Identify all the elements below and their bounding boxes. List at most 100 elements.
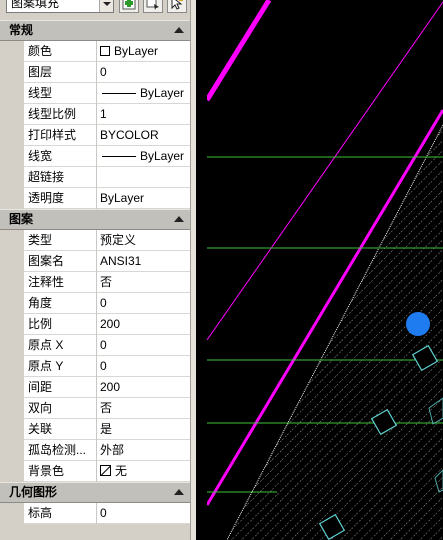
row-gutter bbox=[0, 230, 24, 251]
category-header-pattern[interactable]: 图案 bbox=[0, 209, 190, 230]
toggle-pickadd-icon bbox=[122, 0, 136, 10]
property-label: 图案名 bbox=[24, 251, 97, 272]
object-type-value: 图案填充 bbox=[11, 0, 60, 10]
no-color-icon bbox=[100, 465, 111, 476]
property-value-text: ANSI31 bbox=[100, 254, 142, 268]
property-label: 透明度 bbox=[24, 188, 97, 209]
property-value-text: 200 bbox=[100, 317, 121, 331]
property-value[interactable]: 0 bbox=[98, 503, 190, 524]
property-value-text: 无 bbox=[115, 464, 128, 478]
property-value-text: 1 bbox=[100, 107, 107, 121]
property-row[interactable]: 间距 200 bbox=[0, 377, 190, 398]
property-value[interactable] bbox=[98, 167, 190, 188]
property-value-text: ByLayer bbox=[140, 149, 185, 163]
property-value[interactable]: 是 bbox=[98, 419, 190, 440]
drawing-canvas[interactable] bbox=[207, 0, 443, 540]
property-row[interactable]: 孤岛检测... 外部 bbox=[0, 440, 190, 461]
property-value[interactable]: ByLayer bbox=[98, 146, 190, 167]
row-gutter bbox=[0, 83, 24, 104]
property-value[interactable]: ByLayer bbox=[98, 83, 190, 104]
property-value-text: 否 bbox=[100, 275, 113, 289]
property-row[interactable]: 背景色 无 bbox=[0, 461, 190, 482]
property-row[interactable]: 原点 Y0 bbox=[0, 356, 190, 377]
row-gutter bbox=[0, 251, 24, 272]
property-value[interactable]: 0 bbox=[98, 293, 190, 314]
property-value-text: 是 bbox=[100, 422, 113, 436]
property-value[interactable]: 否 bbox=[98, 398, 190, 419]
collapse-arrow-icon[interactable] bbox=[174, 27, 184, 33]
property-label: 双向 bbox=[24, 398, 97, 419]
property-value[interactable]: 0 bbox=[98, 335, 190, 356]
property-row[interactable]: 图案名 ANSI31 bbox=[0, 251, 190, 272]
row-gutter bbox=[0, 335, 24, 356]
row-gutter bbox=[0, 167, 24, 188]
property-value[interactable]: 预定义 bbox=[98, 230, 190, 251]
grip-handle[interactable] bbox=[406, 312, 430, 336]
property-value-text: 0 bbox=[100, 296, 107, 310]
property-value-text: 否 bbox=[100, 401, 113, 415]
row-gutter bbox=[0, 356, 24, 377]
property-value[interactable]: 外部 bbox=[98, 440, 190, 461]
property-row[interactable]: 打印样式 BYCOLOR bbox=[0, 125, 190, 146]
chevron-down-icon[interactable] bbox=[99, 0, 113, 12]
property-row[interactable]: 图层 0 bbox=[0, 62, 190, 83]
property-value-text: 0 bbox=[100, 65, 107, 79]
select-objects-icon bbox=[171, 0, 183, 10]
property-label: 标高 bbox=[24, 503, 97, 524]
property-value-text: ByLayer bbox=[114, 44, 159, 58]
property-value[interactable]: BYCOLOR bbox=[98, 125, 190, 146]
category-title: 常规 bbox=[9, 23, 34, 37]
category-title: 图案 bbox=[9, 212, 34, 226]
property-row[interactable]: 标高 0 bbox=[0, 503, 190, 524]
property-value[interactable]: 0 bbox=[98, 62, 190, 83]
property-value[interactable]: 否 bbox=[98, 272, 190, 293]
property-row[interactable]: 超链接 bbox=[0, 167, 190, 188]
row-gutter bbox=[0, 314, 24, 335]
property-value-text: 外部 bbox=[100, 443, 125, 457]
property-value[interactable]: ByLayer bbox=[98, 188, 190, 209]
row-gutter bbox=[0, 41, 24, 62]
property-row[interactable]: 线宽 ByLayer bbox=[0, 146, 190, 167]
property-value[interactable]: 200 bbox=[98, 314, 190, 335]
property-value[interactable]: 0 bbox=[98, 356, 190, 377]
property-label: 颜色 bbox=[24, 41, 97, 62]
property-value[interactable]: 200 bbox=[98, 377, 190, 398]
category-title: 几何图形 bbox=[9, 485, 58, 499]
property-row[interactable]: 关联是 bbox=[0, 419, 190, 440]
quick-select-button[interactable] bbox=[143, 0, 163, 13]
property-label: 关联 bbox=[24, 419, 97, 440]
properties-palette: 图案填充 常规 颜色 ByLayer 图层 0 线型 ByLayer 线型比例 1 打印样式 BYC… bbox=[0, 0, 196, 540]
collapse-arrow-icon[interactable] bbox=[174, 489, 184, 495]
property-row[interactable]: 角度 0 bbox=[0, 293, 190, 314]
property-value[interactable]: ANSI31 bbox=[98, 251, 190, 272]
category-header-geometry[interactable]: 几何图形 bbox=[0, 482, 190, 503]
property-label: 超链接 bbox=[24, 167, 97, 188]
palette-toolbar: 图案填充 bbox=[0, 0, 190, 14]
property-row[interactable]: 颜色 ByLayer bbox=[0, 41, 190, 62]
property-row[interactable]: 线型 ByLayer bbox=[0, 83, 190, 104]
property-value[interactable]: 无 bbox=[98, 461, 190, 482]
property-row[interactable]: 原点 X0 bbox=[0, 335, 190, 356]
object-type-dropdown[interactable]: 图案填充 bbox=[6, 0, 114, 13]
row-gutter bbox=[0, 440, 24, 461]
property-label: 注释性 bbox=[24, 272, 97, 293]
property-row[interactable]: 双向否 bbox=[0, 398, 190, 419]
property-row[interactable]: 注释性否 bbox=[0, 272, 190, 293]
toggle-pickadd-button[interactable] bbox=[119, 0, 139, 13]
property-row[interactable]: 比例 200 bbox=[0, 314, 190, 335]
property-value-text: 0 bbox=[100, 359, 107, 373]
collapse-arrow-icon[interactable] bbox=[174, 216, 184, 222]
magenta-thick-line bbox=[207, 0, 272, 102]
category-header-general[interactable]: 常规 bbox=[0, 20, 190, 41]
property-label: 线型比例 bbox=[24, 104, 97, 125]
property-row[interactable]: 透明度 ByLayer bbox=[0, 188, 190, 209]
property-value[interactable]: 1 bbox=[98, 104, 190, 125]
property-row[interactable]: 类型 预定义 bbox=[0, 230, 190, 251]
select-objects-button[interactable] bbox=[167, 0, 187, 13]
property-value[interactable]: ByLayer bbox=[98, 41, 190, 62]
row-gutter bbox=[0, 377, 24, 398]
property-label: 打印样式 bbox=[24, 125, 97, 146]
row-gutter bbox=[0, 62, 24, 83]
property-label: 孤岛检测... bbox=[24, 440, 97, 461]
property-row[interactable]: 线型比例 1 bbox=[0, 104, 190, 125]
